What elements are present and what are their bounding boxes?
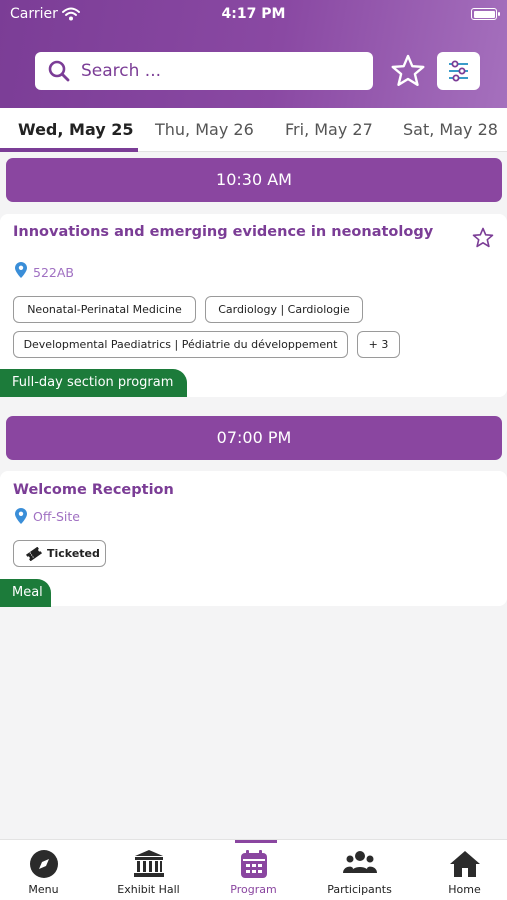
search-icon	[47, 59, 71, 87]
sliders-icon	[449, 60, 468, 82]
status-time: 4:17 PM	[221, 6, 286, 22]
location-pin-icon	[15, 262, 27, 282]
active-nav-indicator	[235, 840, 277, 843]
nav-participants[interactable]: Participants	[309, 840, 410, 900]
nav-label: Program	[230, 883, 277, 896]
nav-program[interactable]: Program	[203, 840, 304, 900]
status-bar: Carrier 4:17 PM	[0, 0, 507, 28]
filter-button[interactable]	[437, 52, 480, 90]
nav-exhibit-hall[interactable]: Exhibit Hall	[98, 840, 199, 900]
ticketed-tag[interactable]: Ticketed	[13, 540, 106, 567]
active-tab-indicator	[0, 148, 138, 152]
session-tag[interactable]: Neonatal-Perinatal Medicine	[13, 296, 196, 323]
program-type-badge: Meal	[0, 579, 51, 607]
star-outline-icon	[391, 54, 425, 86]
home-icon	[449, 851, 480, 877]
nav-home[interactable]: Home	[414, 840, 507, 900]
nav-label: Participants	[327, 883, 392, 896]
time-slot-header: 07:00 PM	[6, 416, 502, 460]
nav-menu[interactable]: Menu	[0, 840, 94, 900]
favorite-star-icon[interactable]	[472, 227, 494, 253]
bottom-navigation: Menu Exhibit Hall Program Participants H…	[0, 839, 507, 900]
nav-label: Menu	[28, 883, 59, 896]
session-card[interactable]: Innovations and emerging evidence in neo…	[0, 214, 507, 397]
favorites-button[interactable]	[390, 53, 426, 89]
session-location: 522AB	[33, 265, 74, 280]
nav-label: Exhibit Hall	[117, 883, 180, 896]
search-placeholder: Search ...	[81, 61, 162, 81]
tab-thu-may-26[interactable]: Thu, May 26	[155, 120, 254, 139]
compass-icon	[29, 850, 58, 878]
tab-wed-may-25[interactable]: Wed, May 25	[18, 120, 134, 139]
tab-fri-may-27[interactable]: Fri, May 27	[285, 120, 373, 139]
session-tag[interactable]: Cardiology | Cardiologie	[205, 296, 363, 323]
session-location: Off-Site	[33, 509, 80, 524]
session-card[interactable]: Welcome Reception Off-Site Ticketed Meal	[0, 471, 507, 607]
location-pin-icon	[15, 508, 27, 528]
group-icon	[342, 851, 377, 873]
date-tabs: Wed, May 25 Thu, May 26 Fri, May 27 Sat,…	[0, 108, 507, 152]
search-input[interactable]: Search ...	[35, 52, 373, 90]
calendar-icon	[240, 850, 267, 878]
session-title[interactable]: Innovations and emerging evidence in neo…	[13, 224, 433, 240]
app-header: Carrier 4:17 PM Search ...	[0, 0, 507, 108]
building-icon	[133, 850, 164, 877]
tab-sat-may-28[interactable]: Sat, May 28	[403, 120, 498, 139]
time-slot-header: 10:30 AM	[6, 158, 502, 202]
ticket-icon	[26, 547, 42, 561]
ticketed-label: Ticketed	[47, 547, 100, 560]
more-tags-button[interactable]: + 3	[357, 331, 400, 358]
session-title[interactable]: Welcome Reception	[13, 482, 174, 498]
session-tag[interactable]: Developmental Paediatrics | Pédiatrie du…	[13, 331, 348, 358]
program-type-badge: Full-day section program	[0, 369, 187, 397]
battery-icon	[471, 8, 500, 20]
nav-label: Home	[448, 883, 481, 896]
